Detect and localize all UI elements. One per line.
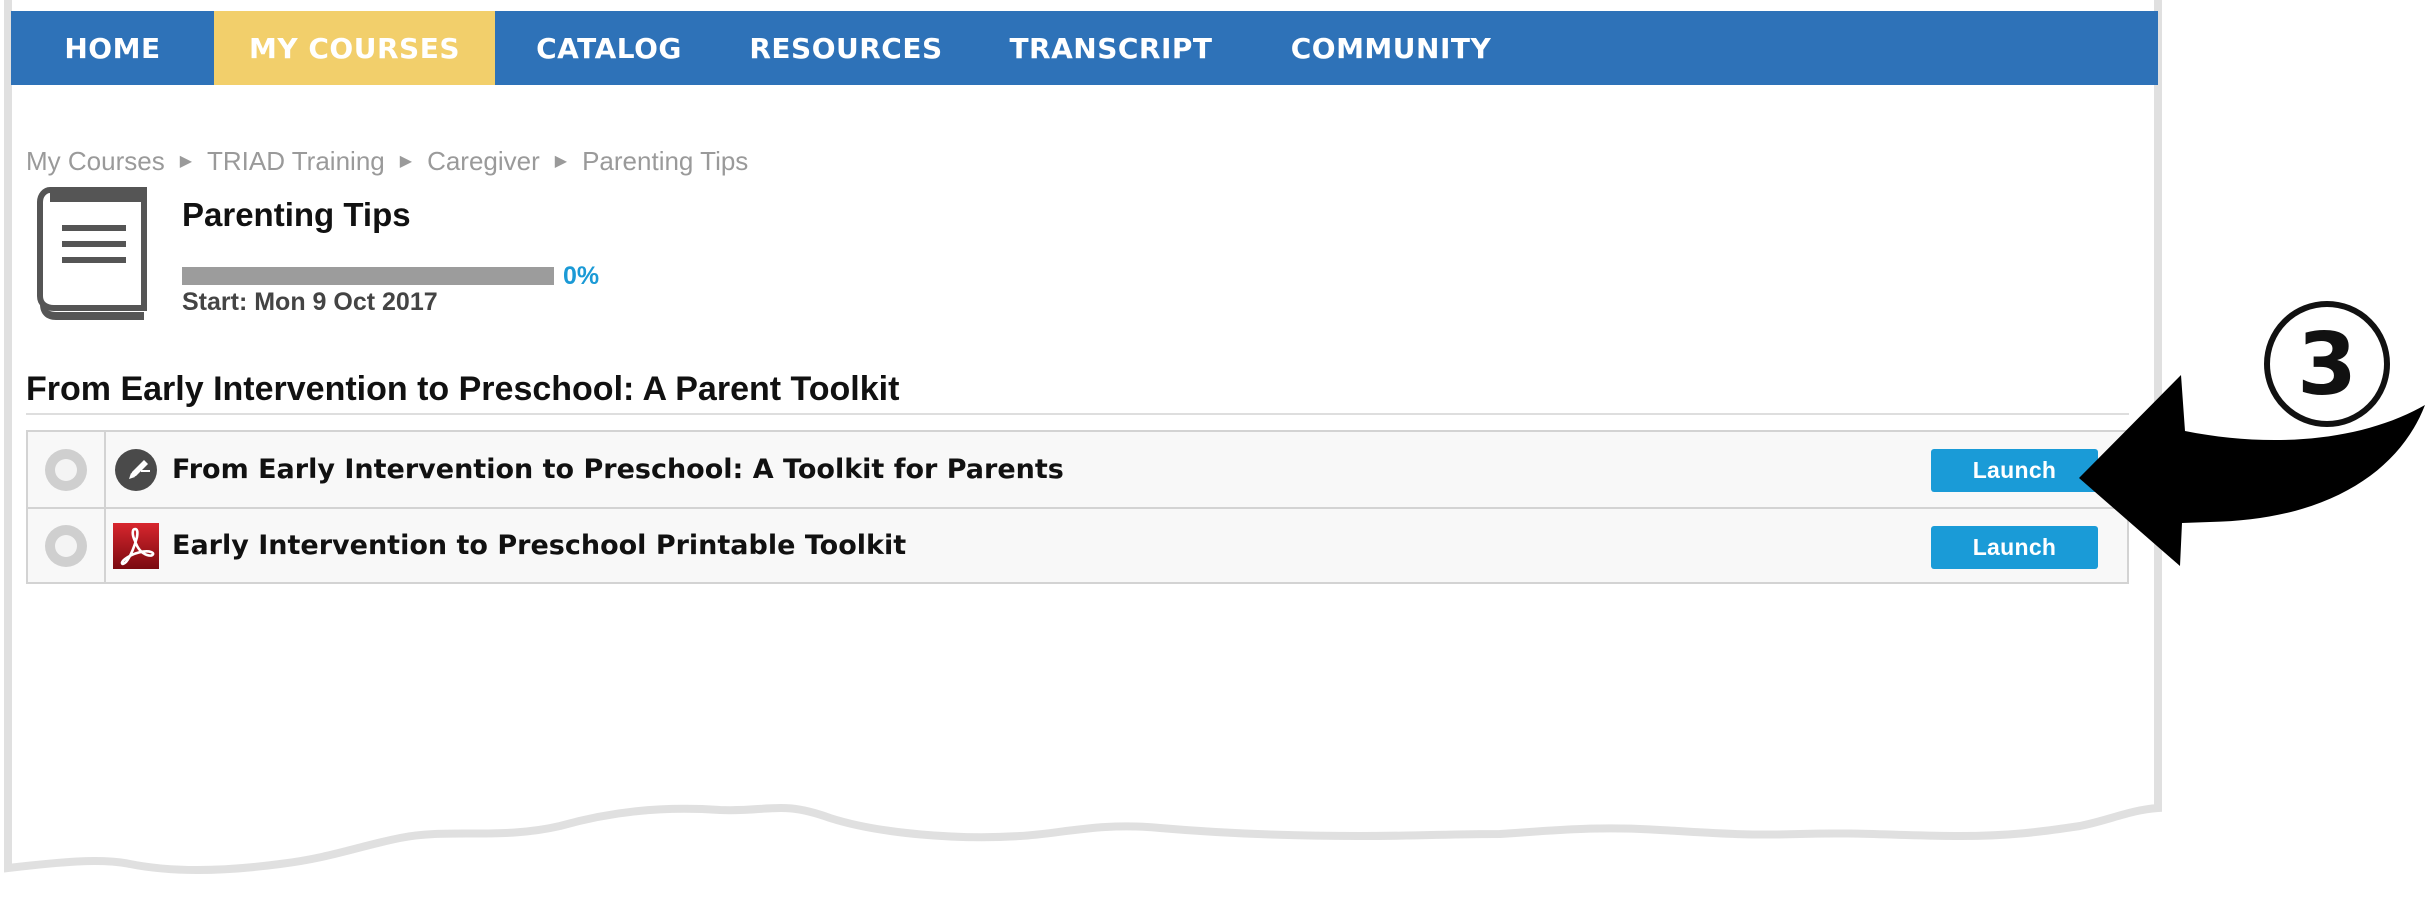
step-marker-number: 3 — [2297, 315, 2357, 415]
annotation-layer: 3 — [2079, 301, 2425, 566]
